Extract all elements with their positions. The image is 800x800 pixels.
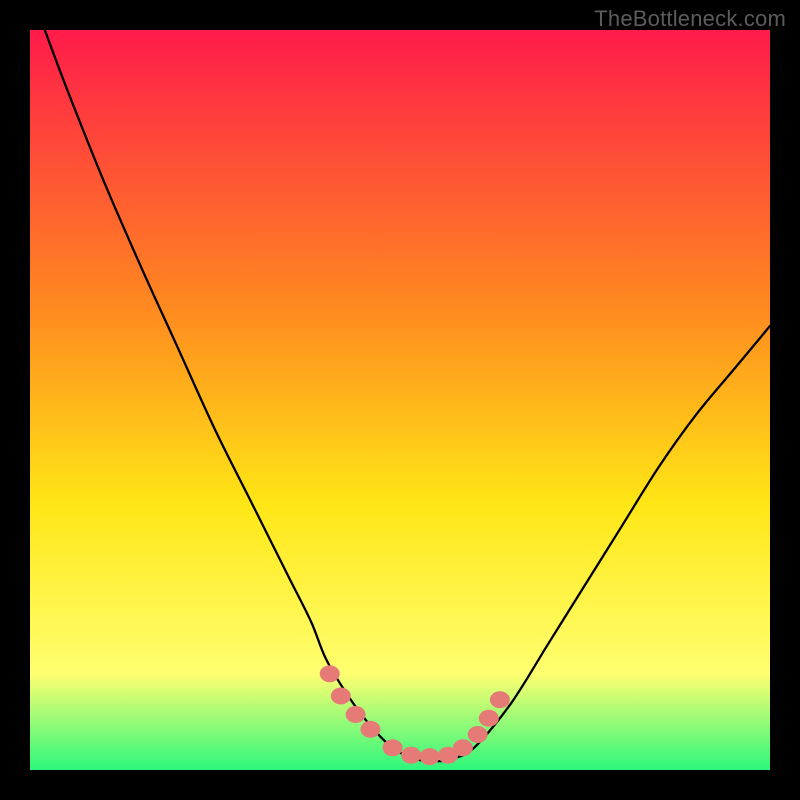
marker-dot [453, 739, 473, 756]
marker-dot [479, 710, 499, 727]
marker-dot [320, 665, 340, 682]
marker-dot [401, 747, 421, 764]
marker-dot [420, 748, 440, 765]
marker-dot [383, 739, 403, 756]
bottleneck-chart [30, 30, 770, 770]
marker-dot [331, 688, 351, 705]
marker-dot [490, 691, 510, 708]
watermark-text: TheBottleneck.com [594, 6, 786, 32]
chart-frame: TheBottleneck.com [0, 0, 800, 800]
marker-dot [360, 721, 380, 738]
marker-dot [346, 706, 366, 723]
marker-dot [468, 726, 488, 743]
gradient-background [30, 30, 770, 770]
